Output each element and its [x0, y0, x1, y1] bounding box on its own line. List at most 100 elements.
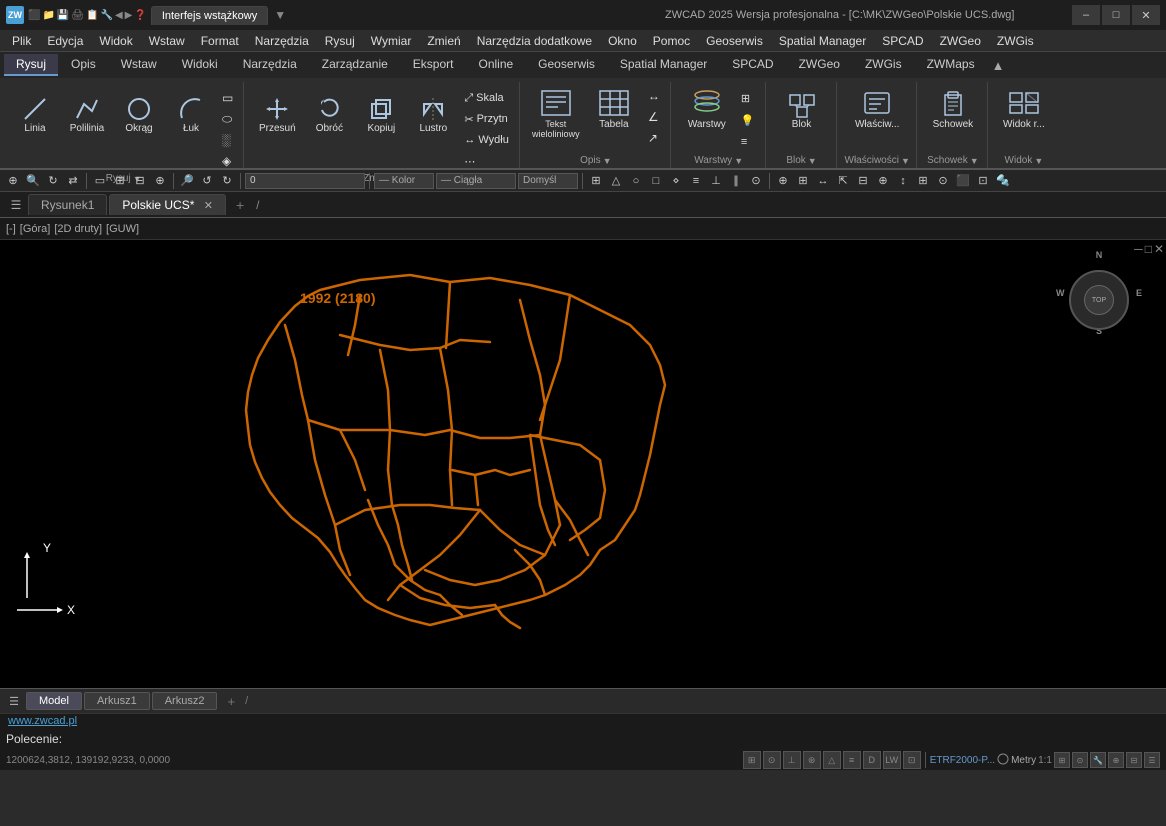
ribbon-btn-polilinia[interactable]: Polilinia: [62, 84, 112, 144]
block-group-expand[interactable]: ▼: [808, 156, 817, 166]
menu-zmien[interactable]: Zmień: [419, 32, 468, 50]
ribbon-btn-dim-angle[interactable]: ∠: [644, 107, 664, 127]
viewport-minus[interactable]: [-]: [6, 223, 16, 235]
website-link[interactable]: www.zwcad.pl: [8, 715, 77, 727]
tb2-snap-5[interactable]: ⋄: [667, 172, 685, 190]
viewport-mode[interactable]: [2D druty]: [54, 223, 102, 235]
restore-button[interactable]: □: [1102, 5, 1130, 25]
otrack-toggle[interactable]: ≡: [843, 751, 861, 769]
menu-plik[interactable]: Plik: [4, 32, 39, 50]
tb2-btn-k[interactable]: ⊡: [974, 172, 992, 190]
layer-selector[interactable]: 0: [245, 173, 365, 189]
menu-rysuj[interactable]: Rysuj: [317, 32, 363, 50]
ribbon-tab-label[interactable]: Interfejs wstążkowy: [151, 6, 268, 25]
osnap-toggle[interactable]: △: [823, 751, 841, 769]
menu-geoserwis[interactable]: Geoserwis: [698, 32, 771, 50]
polar-toggle[interactable]: ⊛: [803, 751, 821, 769]
tb2-snap-8[interactable]: ∥: [727, 172, 745, 190]
viewport-view[interactable]: [Góra]: [20, 223, 51, 235]
ribbon-btn-leader[interactable]: ↗: [644, 128, 664, 148]
ribbon-btn-more[interactable]: ⋯: [460, 151, 512, 171]
snap-toggle[interactable]: ⊙: [763, 751, 781, 769]
ribbon-tab-zarzadzanie[interactable]: Zarządzanie: [310, 54, 400, 76]
grid-toggle[interactable]: ⊞: [743, 751, 761, 769]
ribbon-btn-linia[interactable]: Linia: [10, 84, 60, 144]
ribbon-expand-icon[interactable]: ▲: [992, 58, 1005, 73]
tb2-btn-1[interactable]: ⊕: [4, 172, 22, 190]
tb2-snap-3[interactable]: ○: [627, 172, 645, 190]
tb2-snap-4[interactable]: □: [647, 172, 665, 190]
menu-zwgeo[interactable]: ZWGeo: [932, 32, 989, 50]
tb2-btn-e[interactable]: ⊟: [854, 172, 872, 190]
ribbon-btn-widok[interactable]: Widok r...: [996, 84, 1052, 146]
ribbon-btn-obroc[interactable]: Obróć: [304, 84, 354, 144]
minimize-button[interactable]: –: [1072, 5, 1100, 25]
close-button[interactable]: ✕: [1132, 5, 1160, 25]
new-doc-button[interactable]: +: [228, 195, 252, 215]
viewport-close-icon[interactable]: ✕: [1154, 242, 1164, 256]
ribbon-btn-scale[interactable]: ⤢ Skala: [460, 88, 512, 108]
tb2-btn-4[interactable]: ⇄: [64, 172, 82, 190]
menu-wstaw[interactable]: Wstaw: [141, 32, 193, 50]
toolbar-icon-6[interactable]: ☰: [1144, 752, 1160, 768]
annotation-group-expand[interactable]: ▼: [603, 156, 612, 166]
ribbon-btn-layer-on[interactable]: 💡: [737, 110, 759, 130]
tb2-btn-3[interactable]: ↻: [44, 172, 62, 190]
menu-okno[interactable]: Okno: [600, 32, 645, 50]
tb2-btn-b[interactable]: ⊞: [794, 172, 812, 190]
ribbon-tab-narzedzia[interactable]: Narzędzia: [231, 54, 309, 76]
doc-tab-polskie-ucs[interactable]: Polskie UCS* ✕: [109, 194, 226, 215]
ribbon-tab-opis[interactable]: Opis: [59, 54, 108, 76]
tb2-btn-d[interactable]: ⇱: [834, 172, 852, 190]
tb2-btn-6[interactable]: ⊞: [111, 172, 129, 190]
ribbon-btn-dim-linear[interactable]: ↔: [644, 86, 664, 106]
ribbon-tab-zwgis[interactable]: ZWGis: [853, 54, 914, 76]
tb2-snap-9[interactable]: ⊙: [747, 172, 765, 190]
sheet-tab-arkusz2[interactable]: Arkusz2: [152, 692, 218, 710]
tb2-btn-9[interactable]: 🔎: [178, 172, 196, 190]
sheet-tab-model[interactable]: Model: [26, 692, 82, 710]
tb2-btn-5[interactable]: ▭: [91, 172, 109, 190]
ribbon-btn-extend[interactable]: ↔ Wydłu: [460, 130, 512, 150]
ribbon-tab-rysuj[interactable]: Rysuj: [4, 54, 58, 76]
ribbon-tab-eksport[interactable]: Eksport: [401, 54, 466, 76]
viewport-restore-icon[interactable]: □: [1145, 242, 1152, 256]
ribbon-tab-zwgeo[interactable]: ZWGeo: [787, 54, 852, 76]
tb2-btn-h[interactable]: ⊞: [914, 172, 932, 190]
menu-spatial-manager[interactable]: Spatial Manager: [771, 32, 874, 50]
menu-narzedzia[interactable]: Narzędzia: [247, 32, 317, 50]
ribbon-btn-ellipse[interactable]: ⬭: [218, 109, 237, 129]
tb2-snap-1[interactable]: ⊞: [587, 172, 605, 190]
ortho-toggle[interactable]: ⊥: [783, 751, 801, 769]
tabs-menu-button[interactable]: ☰: [6, 195, 26, 215]
canvas-area[interactable]: 1992 (2180): [0, 240, 1166, 688]
ribbon-btn-okrag[interactable]: Okrąg: [114, 84, 164, 144]
menu-pomoc[interactable]: Pomoc: [645, 32, 698, 50]
ribbon-btn-tabela[interactable]: Tabela: [586, 84, 642, 146]
ribbon-tab-online[interactable]: Online: [466, 54, 525, 76]
ribbon-tab-spcad[interactable]: SPCAD: [720, 54, 785, 76]
menu-edycja[interactable]: Edycja: [39, 32, 91, 50]
clipboard-group-expand[interactable]: ▼: [970, 156, 979, 166]
tb2-snap-7[interactable]: ⊥: [707, 172, 725, 190]
tb2-btn-8[interactable]: ⊕: [151, 172, 169, 190]
ribbon-tab-spatial-manager[interactable]: Spatial Manager: [608, 54, 719, 76]
ribbon-btn-rectangle[interactable]: ▭: [218, 88, 237, 108]
toolbar-icon-3[interactable]: 🔧: [1090, 752, 1106, 768]
toolbar-icon-5[interactable]: ⊟: [1126, 752, 1142, 768]
tb2-btn-f[interactable]: ⊕: [874, 172, 892, 190]
ribbon-btn-przesun[interactable]: Przesuń: [252, 84, 302, 144]
ribbon-btn-lustro[interactable]: Lustro: [408, 84, 458, 144]
ribbon-tab-widoki[interactable]: Widoki: [170, 54, 230, 76]
ribbon-btn-layer-match[interactable]: ≡: [737, 132, 759, 152]
tb2-snap-2[interactable]: △: [607, 172, 625, 190]
ribbon-btn-kopiuj[interactable]: Kopiuj: [356, 84, 406, 144]
toolbar-icon-4[interactable]: ⊕: [1108, 752, 1124, 768]
menu-narzedzia-dodatkowe[interactable]: Narzędzia dodatkowe: [469, 32, 600, 50]
ribbon-btn-blok[interactable]: Blok: [774, 84, 830, 146]
sheet-menu-button[interactable]: ☰: [4, 691, 24, 711]
sheet-tab-arkusz1[interactable]: Arkusz1: [84, 692, 150, 710]
menu-zwgis[interactable]: ZWGis: [989, 32, 1042, 50]
color-selector[interactable]: — Kolor: [374, 173, 434, 189]
ribbon-tab-geoserwis[interactable]: Geoserwis: [526, 54, 607, 76]
